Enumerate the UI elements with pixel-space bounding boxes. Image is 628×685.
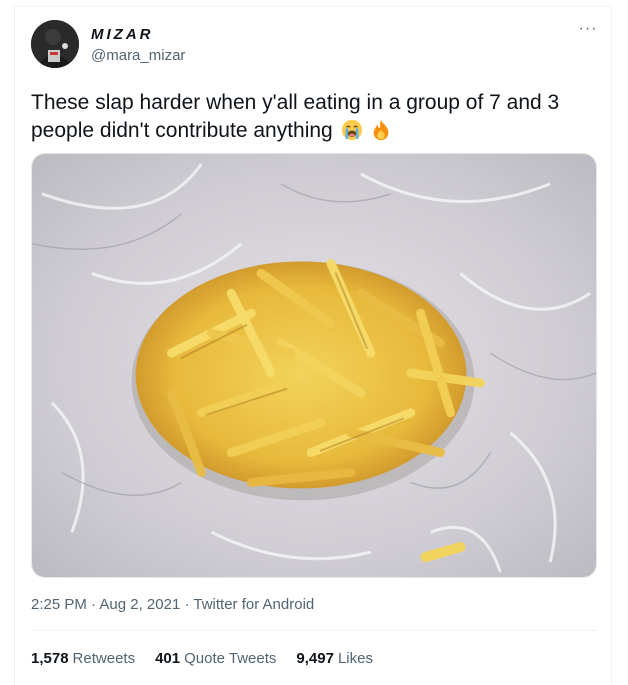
french-fries-photo [32, 154, 596, 577]
tweet-meta: 2:25 PM · Aug 2, 2021 · Twitter for Andr… [31, 596, 314, 613]
tweet-time[interactable]: 2:25 PM [31, 596, 87, 613]
meta-separator: · [86, 596, 100, 613]
display-name[interactable]: MIZAR [91, 26, 154, 43]
more-horizontal-icon[interactable]: ··· [578, 21, 598, 38]
likes-link[interactable]: 9,497 Likes [296, 650, 373, 667]
likes-label: Likes [337, 650, 373, 667]
avatar[interactable] [31, 20, 79, 68]
retweets-count: 1,578 [31, 650, 69, 667]
quote-tweets-link[interactable]: 401 Quote Tweets [155, 650, 276, 667]
tweet-body: These slap harder when y'all eating in a… [31, 91, 560, 142]
user-avatar-icon [31, 20, 79, 68]
likes-count: 9,497 [296, 650, 334, 667]
tweet-photo[interactable] [31, 153, 597, 578]
tweet-stats: 1,578 Retweets 401 Quote Tweets 9,497 Likes [31, 650, 373, 667]
tweet-source[interactable]: Twitter for Android [193, 596, 314, 613]
divider [31, 630, 597, 631]
meta-separator: · [180, 596, 194, 613]
tweet-date[interactable]: Aug 2, 2021 [99, 596, 180, 613]
quote-tweets-count: 401 [155, 650, 181, 667]
user-handle[interactable]: @mara_mizar [91, 47, 185, 64]
loudly-crying-face-icon [341, 119, 362, 141]
tweet-text: These slap harder when y'all eating in a… [31, 89, 601, 145]
retweets-label: Retweets [72, 650, 136, 667]
quote-tweets-label: Quote Tweets [184, 650, 277, 667]
retweets-link[interactable]: 1,578 Retweets [31, 650, 135, 667]
fire-icon [374, 119, 389, 141]
